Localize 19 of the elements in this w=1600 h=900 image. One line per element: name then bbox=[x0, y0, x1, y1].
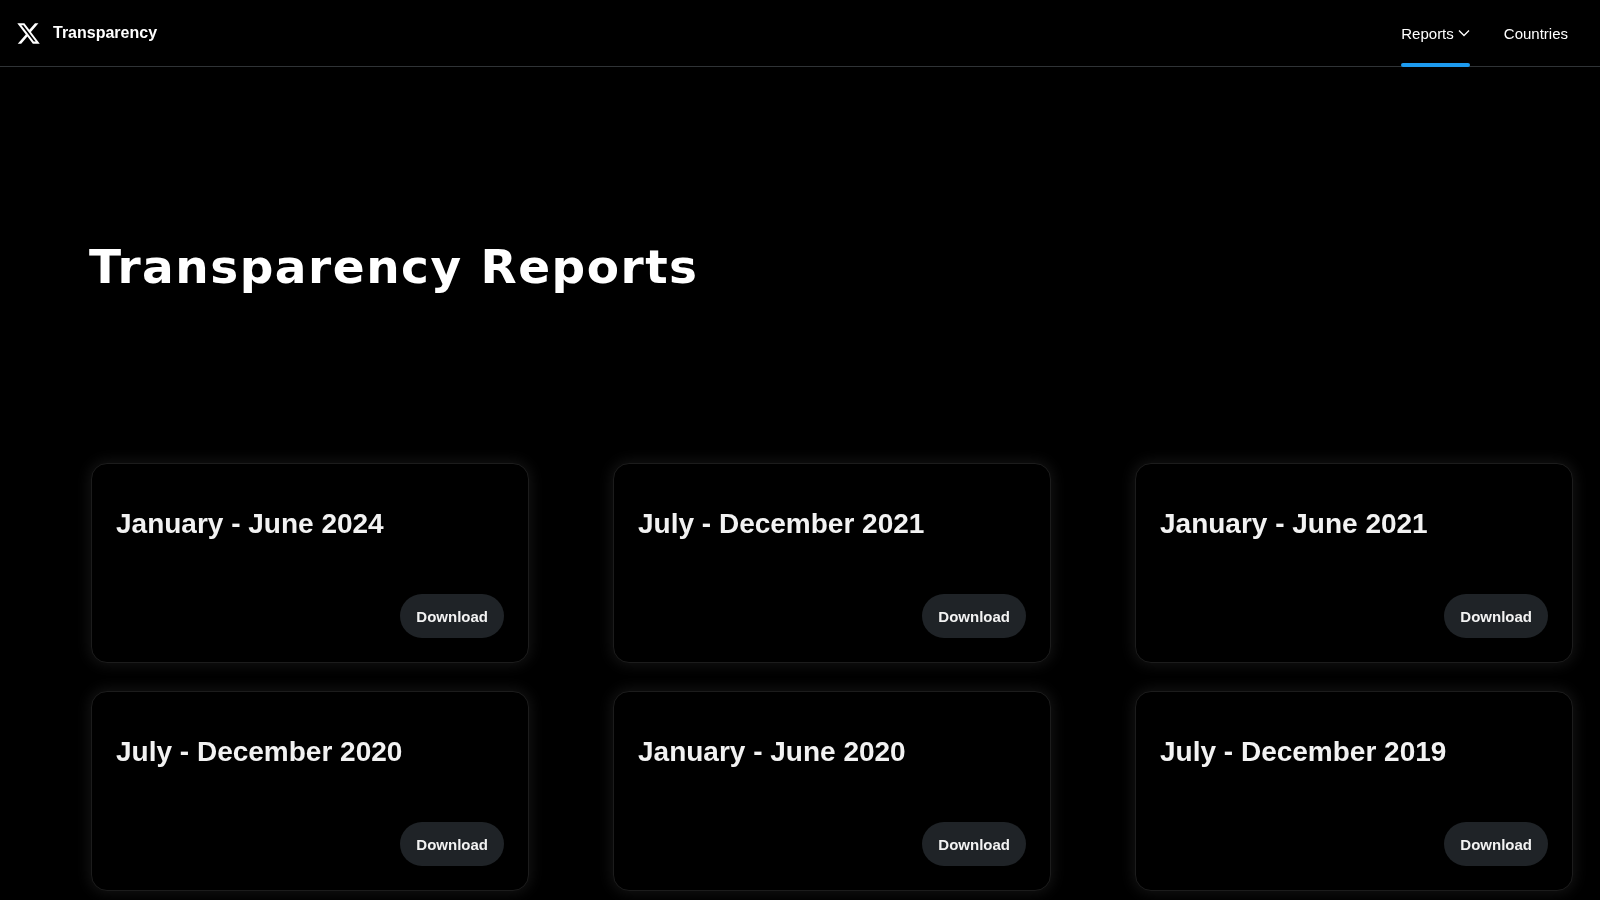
active-tab-indicator bbox=[1401, 63, 1470, 67]
report-period: July - December 2021 bbox=[638, 507, 925, 541]
nav-link[interactable]: Countries bbox=[1503, 0, 1568, 66]
report-period: July - December 2019 bbox=[1160, 735, 1447, 769]
report-period: July - December 2020 bbox=[116, 735, 403, 769]
download-button[interactable]: Download bbox=[400, 822, 504, 866]
x-logo-icon[interactable] bbox=[16, 20, 41, 46]
download-button[interactable]: Download bbox=[1444, 822, 1548, 866]
chevron-down-icon bbox=[1457, 29, 1470, 37]
page-title: Transparency Reports bbox=[89, 238, 699, 296]
report-period: January - June 2024 bbox=[116, 507, 384, 541]
report-period: January - June 2021 bbox=[1160, 507, 1428, 541]
report-period: January - June 2020 bbox=[638, 735, 906, 769]
download-button[interactable]: Download bbox=[922, 822, 1026, 866]
nav-link[interactable]: Reports bbox=[1401, 0, 1470, 66]
site-title[interactable]: Transparency bbox=[53, 24, 158, 42]
download-button[interactable]: Download bbox=[1444, 594, 1548, 638]
download-button[interactable]: Download bbox=[922, 594, 1026, 638]
download-button[interactable]: Download bbox=[400, 594, 504, 638]
